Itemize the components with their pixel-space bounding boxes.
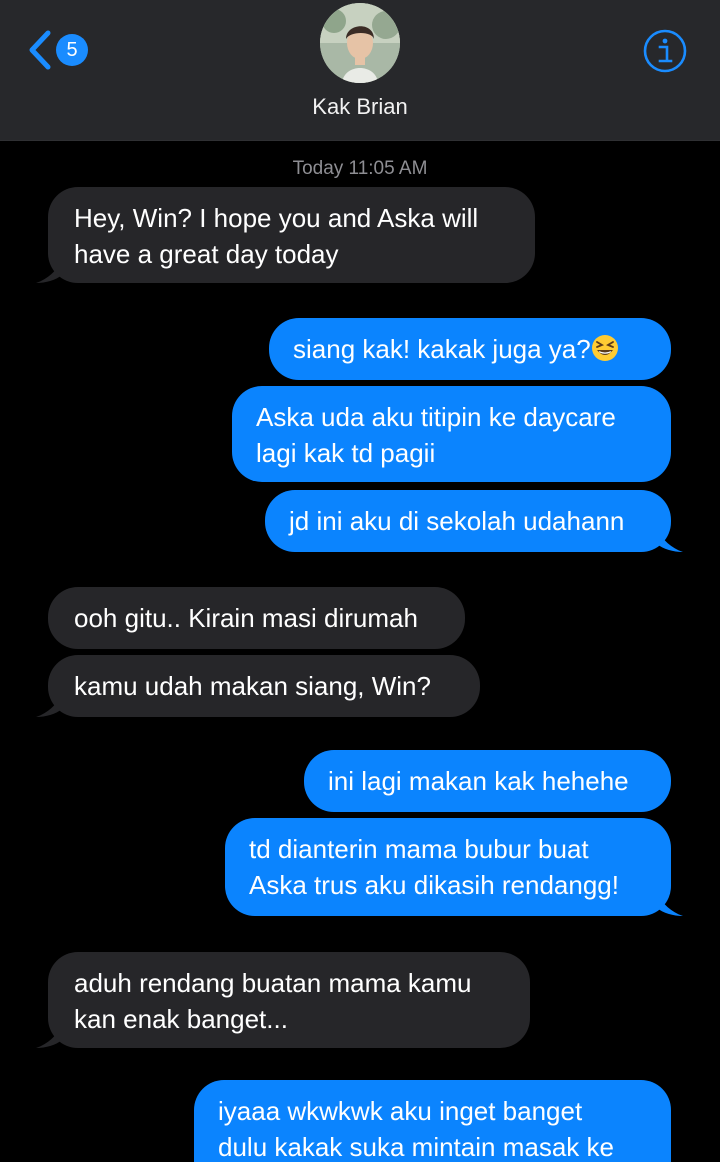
message-timestamp: Today 11:05 AM [292,158,428,179]
incoming-message[interactable]: kamu udah makan siang, Win? [36,655,480,717]
avatar-photo [320,3,400,83]
contact-avatar[interactable] [320,3,400,83]
message-line: kan enak banget... [74,1004,288,1034]
bubble-tail [36,1026,62,1048]
incoming-message[interactable]: aduh rendang buatan mama kamu kan enak b… [36,952,530,1048]
message-line: dulu kakak suka mintain masak ke [218,1132,614,1162]
outgoing-message[interactable]: jd ini aku di sekolah udahann [265,490,683,552]
message-line: kamu udah makan siang, Win? [74,671,431,701]
message-line: lagi kak td pagii [256,438,436,468]
outgoing-message[interactable]: td dianterin mama bubur buat Aska trus a… [225,818,683,916]
info-button[interactable] [642,28,688,74]
message-line: jd ini aku di sekolah udahann [289,506,625,536]
bubble-tail [657,530,683,552]
message-line: Aska uda aku titipin ke daycare [256,402,616,432]
message-line: Aska trus aku dikasih rendangg! [249,870,619,900]
chevron-left-icon [29,30,51,70]
message-line: have a great day today [74,239,339,269]
contact-name[interactable]: Kak Brian [0,94,720,120]
bubble-tail [657,894,683,916]
bubble-tail [36,261,62,283]
grinning-squinting-face-icon [591,335,618,361]
incoming-message[interactable]: Hey, Win? I hope you and Aska will have … [36,187,535,283]
unread-count-badge: 5 [56,34,88,66]
message-line: td dianterin mama bubur buat [249,834,589,864]
conversation-header: 5 Kak Brian [0,0,720,141]
back-button[interactable]: 5 [26,28,96,72]
message-line: Hey, Win? I hope you and Aska will [74,203,479,233]
messages-screen: 5 Kak Brian Today 11:05 AM Hey, Win? I h… [0,0,720,1162]
message-line: ooh gitu.. Kirain masi dirumah [74,603,418,633]
message-line: ini lagi makan kak hehehe [328,766,629,796]
message-line: siang kak! kakak juga ya? [293,334,591,364]
bubble-tail [36,695,62,717]
incoming-message[interactable]: ooh gitu.. Kirain masi dirumah [48,587,465,649]
message-line: aduh rendang buatan mama kamu [74,968,472,998]
info-icon [643,29,687,73]
outgoing-message[interactable]: siang kak! kakak juga ya? [269,318,671,380]
outgoing-message[interactable]: ini lagi makan kak hehehe [304,750,671,812]
message-line: iyaaa wkwkwk aku inget banget [218,1096,583,1126]
outgoing-message[interactable]: iyaaa wkwkwk aku inget banget dulu kakak… [194,1080,671,1162]
outgoing-message[interactable]: Aska uda aku titipin ke daycare lagi kak… [232,386,671,482]
